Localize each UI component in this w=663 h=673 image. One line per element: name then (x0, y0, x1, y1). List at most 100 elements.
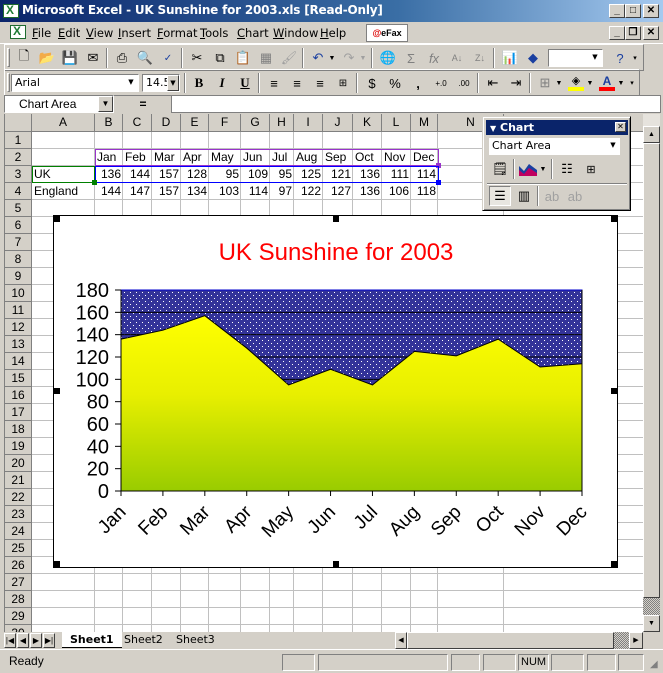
redo-dropdown[interactable]: ▼ (358, 48, 368, 68)
column-header-d[interactable]: D (152, 114, 181, 132)
resize-handle-n[interactable] (333, 216, 339, 222)
edit-formula-button[interactable]: = (116, 95, 170, 113)
row-header-22[interactable]: 22 (5, 489, 32, 506)
copy-icon[interactable]: ⧉ (209, 48, 231, 68)
by-row-icon[interactable]: ☰ (489, 186, 511, 206)
value-cell[interactable]: 114 (241, 183, 270, 199)
toolbar-grip[interactable] (7, 48, 10, 67)
menu-edit[interactable]: Edit (58, 26, 80, 40)
maximize-button[interactable]: □ (625, 4, 641, 18)
align-left-icon[interactable]: ≡ (263, 73, 285, 93)
align-center-icon[interactable]: ≡ (286, 73, 308, 93)
menu-help[interactable]: Help (320, 26, 346, 40)
help-icon[interactable]: ? (609, 48, 631, 68)
toolbar-grip[interactable] (7, 73, 10, 92)
save-icon[interactable]: 💾 (59, 48, 81, 68)
function-icon[interactable]: fx (423, 48, 445, 68)
formula-input[interactable] (171, 95, 661, 113)
column-header-g[interactable]: G (241, 114, 270, 132)
sheet-tab-sheet1[interactable]: Sheet1 (62, 632, 122, 648)
font-dropdown-arrow[interactable]: ▼ (124, 75, 138, 91)
increase-indent-icon[interactable]: ⇥ (505, 73, 527, 93)
toolbar-options-arrow[interactable]: ▾ (630, 48, 640, 68)
column-header-a[interactable]: A (32, 114, 95, 132)
value-cell[interactable]: 97 (270, 183, 294, 199)
autosum-icon[interactable]: Σ (400, 48, 422, 68)
row-header-23[interactable]: 23 (5, 506, 32, 523)
column-header-b[interactable]: B (95, 114, 123, 132)
area-chart[interactable]: UK Sunshine for 2003 0204060801001201401… (54, 216, 619, 569)
angle-counterclockwise-icon[interactable]: ab (564, 186, 586, 206)
chart-area[interactable]: UK Sunshine for 2003 0 20 40 60 80 100 120 140 1… (53, 215, 618, 568)
chart-toolbar-caption[interactable]: ▼ Chart ✕ (486, 120, 628, 135)
value-cell[interactable]: 144 (95, 183, 123, 199)
menu-view[interactable]: View (86, 26, 113, 40)
name-box-dropdown-arrow[interactable]: ▼ (98, 96, 113, 112)
chart-objects-dropdown-arrow[interactable]: ▼ (606, 138, 620, 154)
print-icon[interactable]: ⎙ (111, 48, 133, 68)
zoom-dropdown-arrow[interactable]: ▼ (588, 50, 602, 66)
drawing-icon[interactable]: ◆ (522, 48, 544, 68)
row-header-11[interactable]: 11 (5, 302, 32, 319)
hyperlink-icon[interactable]: 🌐 (377, 48, 399, 68)
scroll-up-button[interactable]: ▲ (643, 126, 660, 143)
italic-button[interactable]: I (211, 73, 233, 93)
decrease-indent-icon[interactable]: ⇤ (482, 73, 504, 93)
column-header-m[interactable]: M (411, 114, 438, 132)
column-header-c[interactable]: C (123, 114, 152, 132)
row-header-30[interactable]: 30 (5, 625, 32, 632)
row-header-5[interactable]: 5 (5, 200, 32, 217)
borders-icon[interactable]: ⊞ (534, 73, 556, 93)
row-header-1[interactable]: 1 (5, 132, 32, 149)
font-size-combo[interactable]: 14.5 ▼ (142, 74, 180, 92)
sort-ascending-icon[interactable]: A↓ (446, 48, 468, 68)
row-header-24[interactable]: 24 (5, 523, 32, 540)
column-header-k[interactable]: K (353, 114, 382, 132)
format-chart-area-icon[interactable]: 🗒 (489, 159, 511, 179)
resize-handle-sw[interactable] (54, 561, 60, 567)
row-header-3[interactable]: 3 (5, 166, 32, 183)
row-header-19[interactable]: 19 (5, 438, 32, 455)
value-cell[interactable]: 157 (152, 183, 181, 199)
menu-window[interactable]: Window (273, 26, 318, 40)
row-header-15[interactable]: 15 (5, 370, 32, 387)
prev-sheet-button[interactable]: ◀ (17, 633, 29, 648)
menu-insert[interactable]: Insert (118, 26, 151, 40)
row-header-28[interactable]: 28 (5, 591, 32, 608)
fill-color-icon[interactable]: ◈ (565, 73, 587, 93)
value-cell[interactable]: 122 (294, 183, 323, 199)
legend-icon[interactable]: ☷ (556, 159, 578, 179)
paste-special-icon[interactable]: ▦ (255, 48, 277, 68)
close-button[interactable]: ✕ (643, 4, 659, 18)
chart-type-icon[interactable] (517, 159, 539, 179)
sheet-tab-sheet3[interactable]: Sheet3 (168, 632, 223, 648)
data-point-sep[interactable] (454, 354, 458, 358)
vertical-scroll-track[interactable] (643, 598, 660, 615)
new-icon[interactable]: 🗋 (13, 48, 35, 68)
font-color-dropdown[interactable]: ▼ (616, 73, 626, 93)
values-range-handle[interactable] (436, 180, 441, 185)
data-point-jun[interactable] (329, 367, 333, 371)
increase-decimal-icon[interactable]: +.0 (430, 73, 452, 93)
last-sheet-button[interactable]: ▶| (43, 633, 55, 648)
row-header-29[interactable]: 29 (5, 608, 32, 625)
sheet-tab-sheet2[interactable]: Sheet2 (116, 632, 171, 648)
cut-icon[interactable]: ✂ (186, 48, 208, 68)
open-icon[interactable]: 📂 (36, 48, 58, 68)
row-header-17[interactable]: 17 (5, 404, 32, 421)
chart-toolbar-menu-icon[interactable]: ▼ (490, 124, 496, 133)
data-point-oct[interactable] (496, 337, 500, 341)
vertical-scrollbar[interactable]: ▲ ▼ (643, 114, 660, 632)
comma-style-icon[interactable]: , (407, 73, 429, 93)
menu-format[interactable]: Format (157, 26, 198, 40)
chart-wizard-icon[interactable]: 📊 (499, 48, 521, 68)
chart-toolbar-close-button[interactable]: ✕ (615, 122, 626, 132)
row-header-21[interactable]: 21 (5, 472, 32, 489)
data-table-icon[interactable]: ⊞ (580, 159, 602, 179)
font-color-icon[interactable]: A (596, 73, 618, 93)
doc-close-button[interactable]: ✕ (643, 26, 659, 40)
resize-handle-se[interactable] (611, 561, 617, 567)
font-combo[interactable]: Arial ▼ (11, 74, 139, 92)
row-header-7[interactable]: 7 (5, 234, 32, 251)
toolbar-options-arrow[interactable]: ▾ (627, 73, 637, 93)
